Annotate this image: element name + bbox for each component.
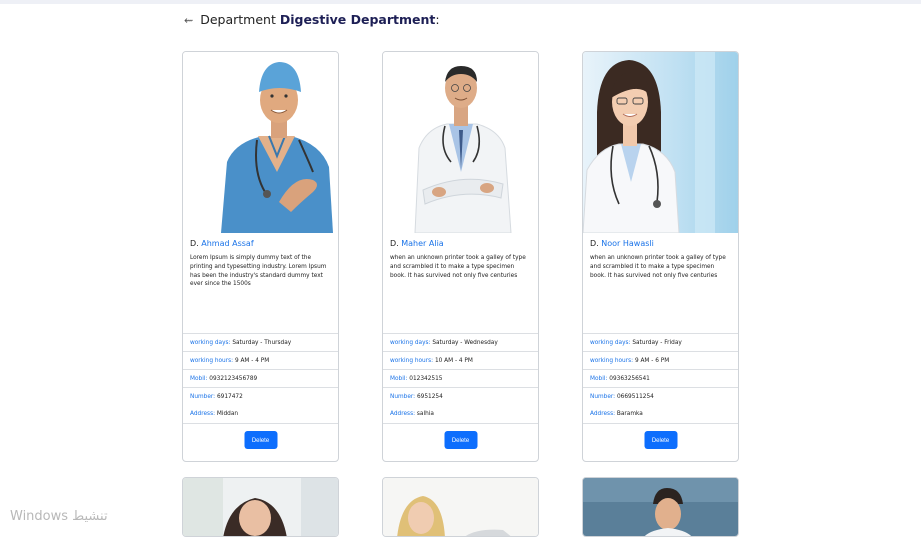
doctor-name: D. Ahmad Assaf: [190, 239, 254, 248]
mobil-value: 012342515: [409, 376, 443, 382]
doctor-name-link[interactable]: Ahmad Assaf: [201, 239, 253, 248]
doctor-description: when an unknown printer took a galley of…: [390, 255, 526, 279]
working-days-value: Saturday - Wednesday: [432, 340, 498, 346]
working-days-value: Saturday - Friday: [632, 340, 682, 346]
doctor-description: Lorem Ipsum is simply dummy text of the …: [190, 255, 327, 288]
doctor-photo: [183, 52, 338, 233]
doctor-card: D. Ahmad Assaf Lorem Ipsum is simply dum…: [182, 51, 339, 462]
number-value: 6917472: [216, 394, 243, 400]
working-hours-row: working hours: 9 AM - 4 PM: [183, 351, 338, 369]
doctor-photo: [383, 478, 538, 536]
title-suffix: :: [435, 12, 440, 27]
working-hours-row: working hours: 10 AM - 4 PM: [383, 351, 538, 369]
address-value: Middan: [216, 411, 239, 417]
address-value: Baramka: [616, 411, 643, 417]
doctor-name-link[interactable]: Noor Hawasli: [601, 239, 654, 248]
delete-button[interactable]: Delete: [244, 431, 277, 449]
mobil-value: 0932123456789: [209, 376, 258, 382]
working-hours-row: working hours: 9 AM - 6 PM: [583, 351, 738, 369]
card-footer: Delete: [183, 423, 338, 458]
address-row: Address: Baramka: [590, 411, 643, 417]
title-prefix: Department: [200, 12, 276, 27]
working-days-row: working days: Saturday - Friday: [583, 333, 738, 351]
swap-arrow-icon: ⇜: [184, 14, 194, 27]
working-days-value: Saturday - Thursday: [232, 340, 292, 346]
address-row: Address: salhia: [390, 411, 434, 417]
number-row: Number: 6951254: [383, 387, 538, 405]
number-value: 0669511254: [616, 394, 654, 400]
mobil-row: Mobil: 09363256541: [583, 369, 738, 387]
number-value: 6951254: [416, 394, 443, 400]
working-days-row: working days: Saturday - Thursday: [183, 333, 338, 351]
doctor-card: D. Noor Hawasli when an unknown printer …: [582, 51, 739, 462]
mobil-row: Mobil: 012342515: [383, 369, 538, 387]
mobil-row: Mobil: 0932123456789: [183, 369, 338, 387]
working-hours-value: 9 AM - 6 PM: [634, 358, 670, 364]
doctor-name: D. Noor Hawasli: [590, 239, 654, 248]
doctor-name: D. Maher Alia: [390, 239, 444, 248]
card-footer: Delete: [583, 423, 738, 458]
address-value: salhia: [416, 411, 434, 417]
delete-button[interactable]: Delete: [644, 431, 677, 449]
department-name: Digestive Department: [279, 12, 436, 27]
top-bar: [0, 0, 921, 4]
doctor-card: [382, 477, 539, 537]
doctor-description: when an unknown printer took a galley of…: [590, 255, 726, 279]
card-footer: Delete: [383, 423, 538, 458]
doctor-photo: [583, 478, 738, 536]
doctor-photo: [383, 52, 538, 233]
doctor-card: [582, 477, 739, 537]
doctor-card: [182, 477, 339, 537]
doctor-card: D. Maher Alia when an unknown printer to…: [382, 51, 539, 462]
number-row: Number: 6917472: [183, 387, 338, 405]
working-hours-value: 10 AM - 4 PM: [434, 358, 473, 364]
delete-button[interactable]: Delete: [444, 431, 477, 449]
doctor-name-link[interactable]: Maher Alia: [401, 239, 443, 248]
working-hours-value: 9 AM - 4 PM: [234, 358, 270, 364]
number-row: Number: 0669511254: [583, 387, 738, 405]
working-days-row: working days: Saturday - Wednesday: [383, 333, 538, 351]
address-row: Address: Middan: [190, 411, 239, 417]
page-title: ⇜ Department Digestive Department:: [184, 12, 440, 27]
mobil-value: 09363256541: [609, 376, 650, 382]
doctor-photo: [183, 478, 338, 536]
doctor-photo: [583, 52, 738, 233]
